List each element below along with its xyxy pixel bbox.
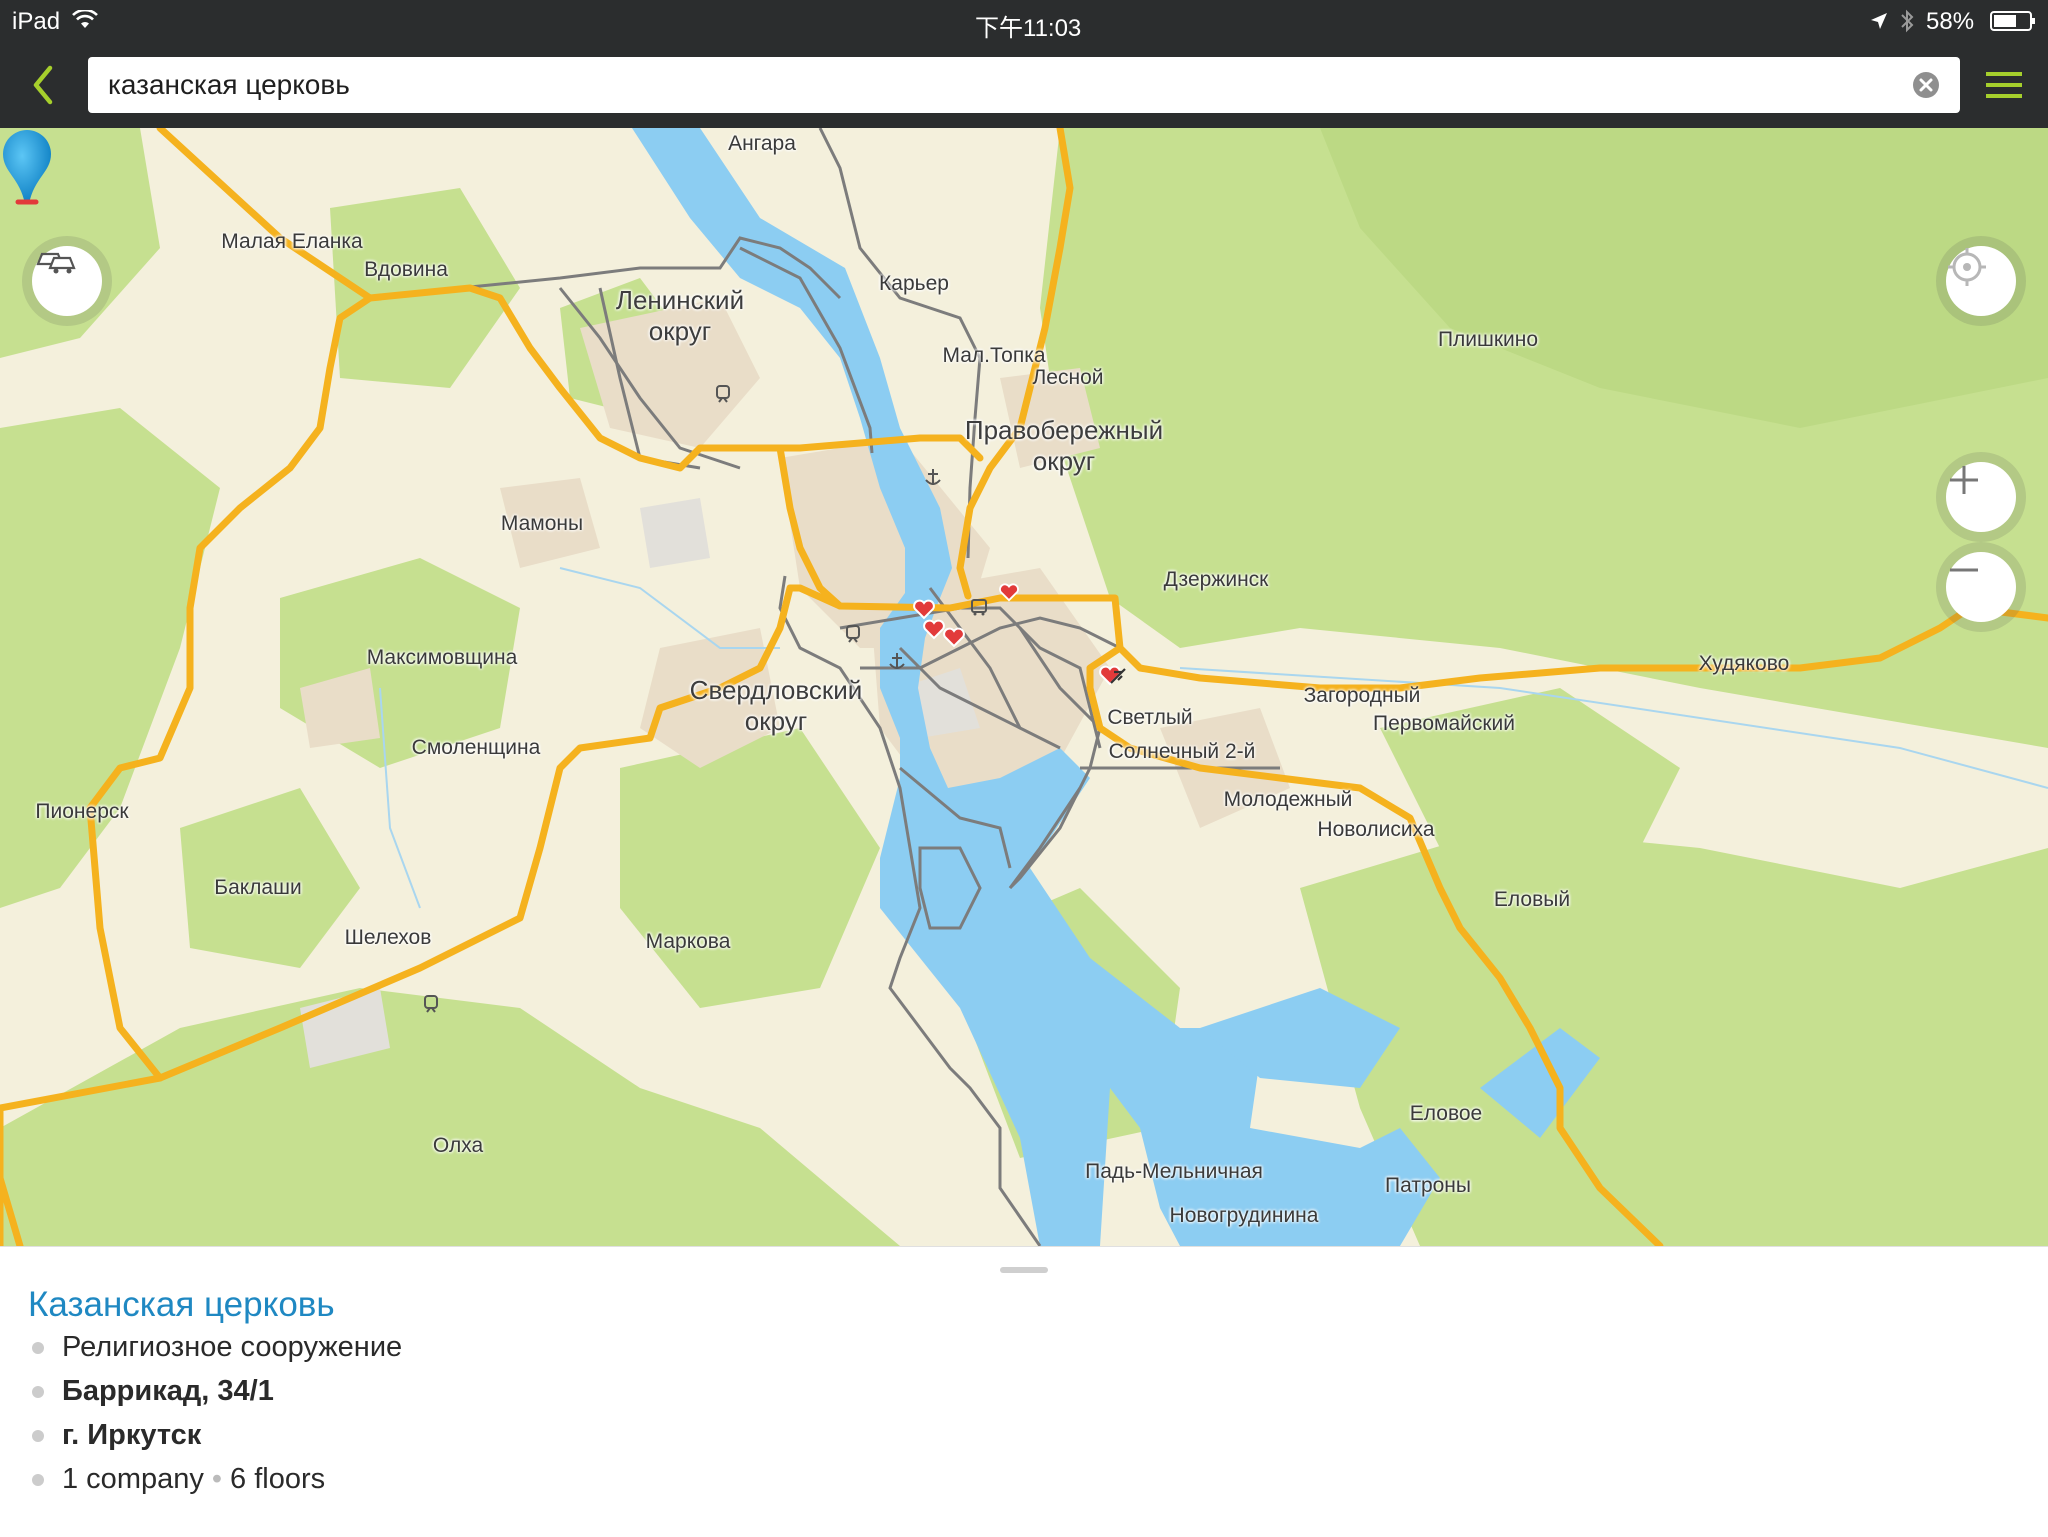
map-label-karyer: Карьер — [879, 272, 949, 295]
airport-icon — [1110, 668, 1126, 684]
place-category-row: Религиозное сооружение — [32, 1331, 402, 1364]
favorite-heart-icon[interactable] — [942, 626, 966, 648]
clear-search-button[interactable] — [1912, 71, 1940, 99]
map-label-dzerzhinsk: Дзержинск — [1163, 568, 1269, 591]
bullet-icon — [32, 1341, 44, 1354]
favorite-heart-icon[interactable] — [998, 582, 1020, 602]
place-city: г. Иркутск — [62, 1419, 202, 1451]
device-name: iPad — [12, 8, 61, 35]
bluetooth-icon — [1901, 9, 1914, 33]
crosshair-icon — [1948, 248, 1986, 286]
map-label-novolisikha: Новолисиха — [1317, 818, 1435, 841]
location-pin-icon[interactable] — [0, 128, 54, 212]
place-title[interactable]: Казанская церковь — [28, 1285, 335, 1325]
chevron-left-icon — [33, 65, 53, 105]
place-floors: 6 floors — [230, 1463, 326, 1495]
battery-icon — [1990, 11, 2035, 31]
map-label-pravoberezhny-district: Правобережный округ — [965, 415, 1163, 477]
map-label-angara: Ангара — [728, 132, 796, 155]
battery-percent: 58% — [1926, 8, 1975, 35]
clear-icon — [1913, 72, 1939, 98]
map-label-pionersk: Пионерск — [35, 800, 129, 823]
map-label-mamony: Мамоны — [500, 512, 584, 535]
train-station-icon — [424, 995, 438, 1013]
place-info-panel: Казанская церковь Религиозное сооружение… — [0, 1246, 2048, 1537]
back-button[interactable] — [22, 60, 66, 110]
my-location-button[interactable] — [1946, 246, 2016, 316]
clock: 下午11:03 — [975, 15, 1082, 42]
panel-drag-handle[interactable] — [1000, 1267, 1048, 1273]
map-label-olkha: Олха — [432, 1134, 484, 1157]
menu-button[interactable] — [1984, 64, 2024, 106]
map-label-leninsky-district: Ленинский округ — [616, 285, 744, 347]
map-label-shelekhov: Шелехов — [344, 926, 432, 949]
hamburger-menu-icon — [1986, 72, 2022, 98]
map-label-pad-melnichnaya: Падь-Мельничная — [1085, 1160, 1263, 1183]
district-suffix: округ — [1032, 446, 1096, 476]
map-label-smolenshchina: Смоленщина — [411, 736, 541, 759]
map-label-plishkino: Плишкино — [1437, 328, 1539, 351]
traffic-button[interactable] — [32, 246, 102, 316]
favorite-heart-icon[interactable] — [912, 598, 936, 620]
map-label-svetly: Светлый — [1107, 706, 1193, 729]
bullet-icon — [32, 1429, 44, 1442]
map-label-zagorodny: Загородный — [1303, 684, 1421, 707]
search-box[interactable] — [88, 57, 1960, 113]
bus-station-icon — [971, 599, 987, 616]
map-label-markova: Маркова — [645, 930, 731, 953]
map-canvas — [0, 128, 2048, 1246]
district-suffix: округ — [648, 316, 712, 346]
plus-icon — [1950, 466, 1978, 494]
place-stats-row: 1 company • 6 floors — [32, 1463, 325, 1496]
place-companies[interactable]: 1 company — [62, 1463, 204, 1496]
anchor-icon — [889, 653, 905, 669]
map-label-novogrudinina: Новогрудинина — [1169, 1204, 1319, 1227]
map-label-vdovina: Вдовина — [364, 258, 448, 281]
map-label-lesnoy: Лесной — [1032, 366, 1104, 389]
map-label-malaya-elanka: Малая Еланка — [221, 230, 363, 253]
wifi-icon — [72, 10, 98, 28]
place-address[interactable]: Баррикад, 34/1 — [62, 1375, 274, 1408]
car-icon — [36, 252, 76, 274]
district-suffix: округ — [744, 706, 808, 736]
status-bar: iPad 下午11:03 58% — [0, 0, 2048, 42]
train-station-icon — [716, 385, 730, 403]
map-label-sverdlovsky-district: Свердловский округ — [690, 675, 863, 737]
map-label-patrony: Патроны — [1385, 1174, 1471, 1197]
anchor-icon — [925, 469, 941, 485]
bullet-icon — [32, 1385, 44, 1398]
location-arrow-icon — [1871, 13, 1887, 29]
zoom-out-button[interactable] — [1946, 552, 2016, 622]
zoom-in-button[interactable] — [1946, 462, 2016, 532]
minus-icon — [1950, 568, 1978, 572]
map-label-molodezhny: Молодежный — [1223, 788, 1353, 811]
bullet-icon — [32, 1473, 44, 1486]
search-toolbar — [0, 42, 2048, 128]
district-name: Свердловский — [689, 675, 863, 705]
train-station-icon — [846, 625, 860, 643]
map-label-mal-topka: Мал.Топка — [942, 344, 1046, 367]
map-view[interactable]: Ангара Малая Еланка Вдовина Ленинский ок… — [0, 128, 2048, 1246]
map-label-maksimovshchina: Максимовщина — [366, 646, 518, 669]
place-category: Религиозное сооружение — [62, 1331, 403, 1363]
district-name: Ленинский — [615, 285, 745, 315]
map-label-solnechny: Солнечный 2-й — [1108, 740, 1256, 763]
place-address-row: Баррикад, 34/1 — [32, 1375, 274, 1408]
search-input[interactable] — [106, 68, 1890, 102]
map-label-elovoe: Еловое — [1409, 1102, 1483, 1125]
map-label-khudyakovo: Худяково — [1698, 652, 1790, 675]
place-city-row: г. Иркутск — [32, 1419, 201, 1452]
map-label-pervomaysky: Первомайский — [1372, 712, 1516, 735]
map-label-baklashi: Баклаши — [214, 876, 302, 899]
map-label-elovy: Еловый — [1493, 888, 1571, 911]
separator-dot: • — [211, 1463, 223, 1495]
district-name: Правобережный — [964, 415, 1164, 445]
